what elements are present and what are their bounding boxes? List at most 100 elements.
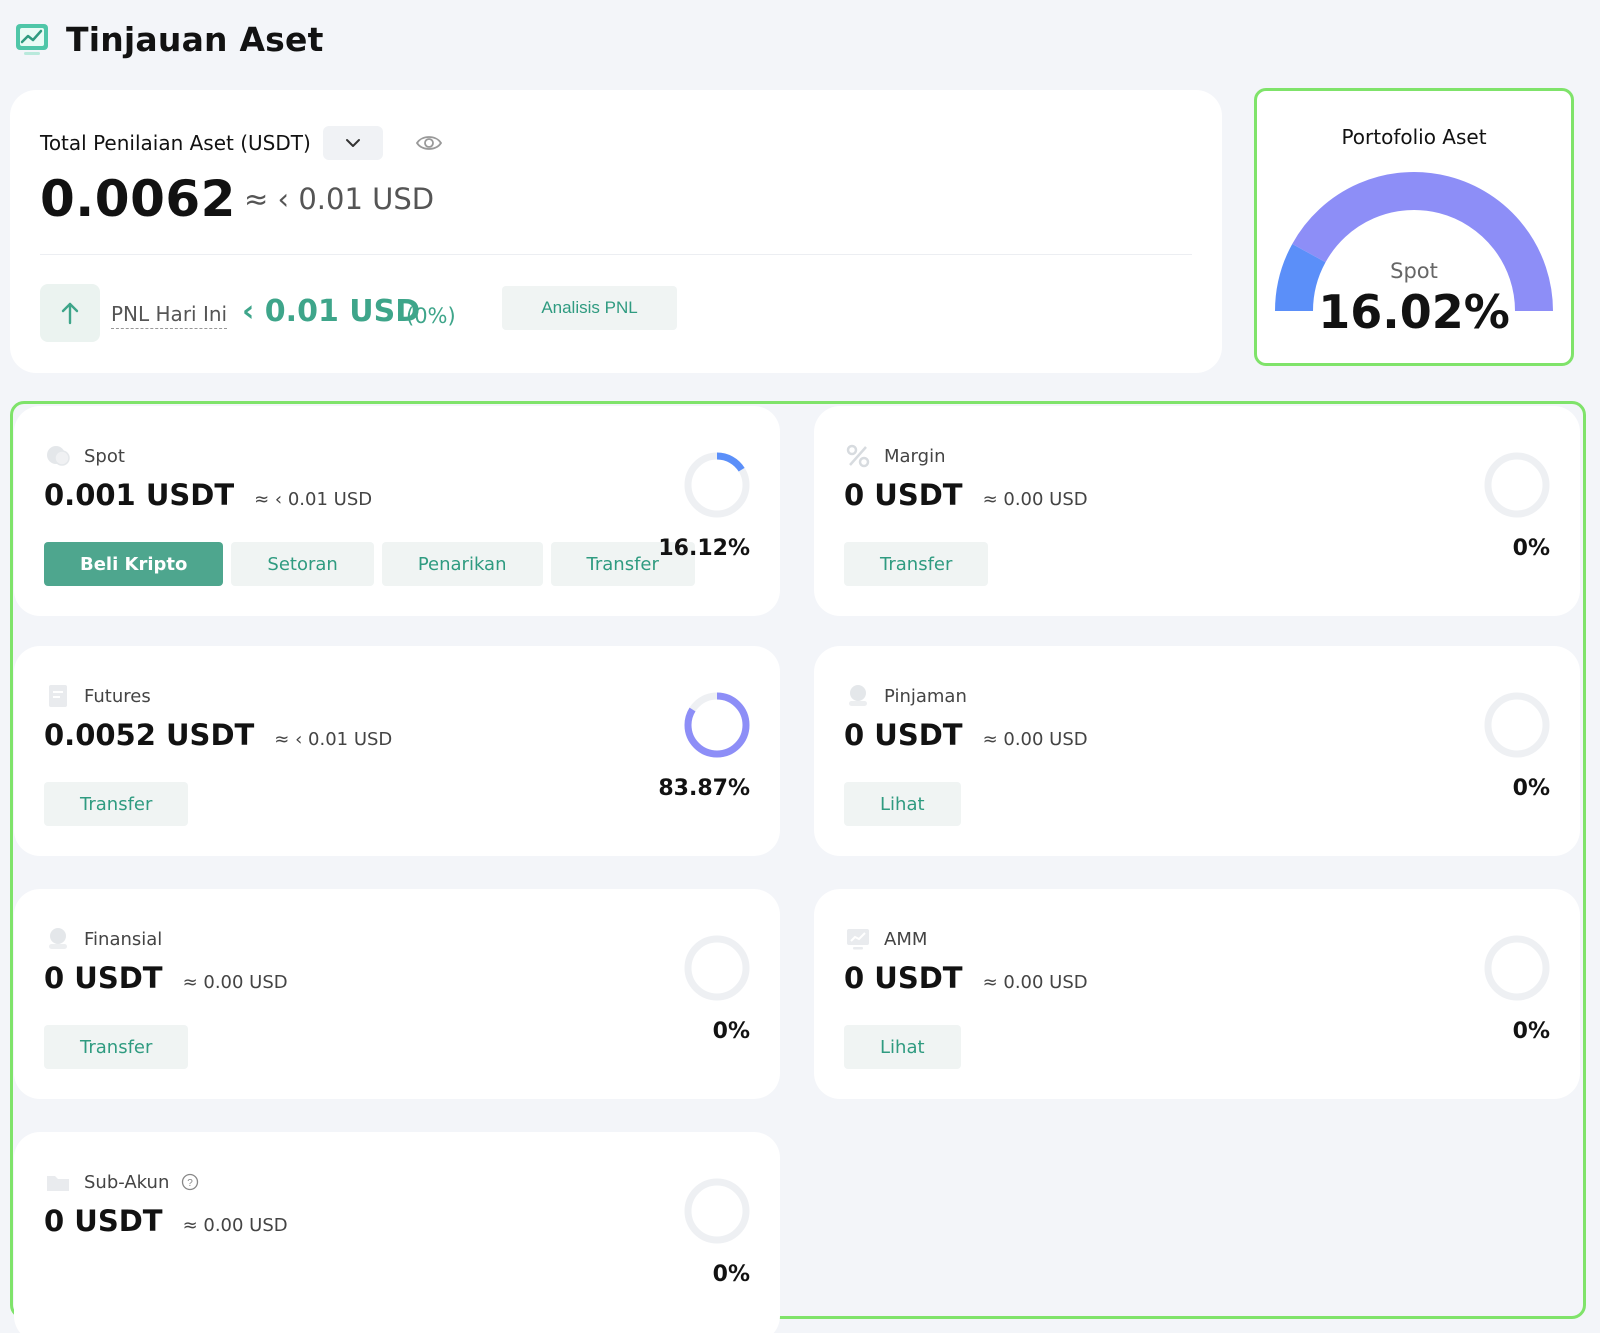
account-actions: Transfer [44, 782, 189, 826]
withdraw-button[interactable]: Penarikan [381, 542, 543, 586]
account-name: AMM [884, 928, 928, 950]
coin-stack-icon [849, 685, 867, 706]
account-share-donut [684, 935, 750, 1001]
eye-icon[interactable] [415, 133, 443, 153]
account-card-sub-account: Sub-Akun ? 0 USDT ≈ 0.00 USD 0% [14, 1132, 780, 1333]
pnl-analysis-button[interactable]: Analisis PNL [502, 286, 677, 330]
account-name: Pinjaman [884, 685, 967, 707]
account-header: Margin [844, 442, 945, 470]
account-value-row: 0 USDT ≈ 0.00 USD [844, 961, 1088, 995]
donut-track [1484, 935, 1550, 1001]
account-value: 0.001 USDT [44, 478, 235, 512]
transfer-button[interactable]: Transfer [44, 782, 189, 826]
account-share-percent: 0% [1512, 776, 1550, 801]
account-usd: ≈ 0.00 USD [182, 1215, 288, 1236]
account-actions: Beli Kripto Setoran Penarikan Transfer [44, 542, 695, 586]
chart-monitor-icon [847, 929, 869, 950]
pnl-today-value: ‹ 0.01 USD [242, 294, 421, 329]
buy-crypto-button[interactable]: Beli Kripto [44, 542, 224, 586]
total-usd-approx: ≈ ‹ 0.01 USD [244, 182, 435, 216]
transfer-button[interactable]: Transfer [844, 542, 989, 586]
pnl-today-label[interactable]: PNL Hari Ini [111, 302, 228, 329]
account-card-spot: Spot 0.001 USDT ≈ ‹ 0.01 USD Beli Kripto… [14, 406, 780, 616]
account-header: AMM [844, 925, 927, 953]
account-card-futures: Futures 0.0052 USDT ≈ ‹ 0.01 USD Transfe… [14, 646, 780, 856]
account-value: 0 USDT [844, 718, 963, 752]
account-header: Finansial [44, 925, 162, 953]
account-card-loans: Pinjaman 0 USDT ≈ 0.00 USD Lihat 0% [814, 646, 1580, 856]
account-name: Margin [884, 445, 946, 467]
account-actions: Lihat [844, 1025, 961, 1069]
document-icon [49, 685, 67, 707]
portfolio-title: Portofolio Aset [1341, 125, 1487, 149]
account-share-percent: 0% [1512, 536, 1550, 561]
transfer-button[interactable]: Transfer [44, 1025, 189, 1069]
account-usd: ≈ ‹ 0.01 USD [254, 489, 373, 510]
donut-track [684, 935, 750, 1001]
account-value: 0 USDT [44, 961, 163, 995]
account-usd: ≈ 0.00 USD [182, 972, 288, 993]
account-value-row: 0 USDT ≈ 0.00 USD [44, 961, 288, 995]
account-share-percent: 0% [712, 1019, 750, 1044]
page-title: Tinjauan Aset [66, 19, 324, 59]
view-button[interactable]: Lihat [844, 782, 961, 826]
account-name: Sub-Akun [84, 1171, 170, 1193]
total-valuation-value: 0.0062 [40, 170, 236, 228]
portfolio-card: Portofolio Aset Spot 16.02% [1254, 88, 1574, 366]
total-valuation-card: Total Penilaian Aset (USDT) 0.0062 ≈ ‹ 0… [10, 90, 1222, 373]
svg-text:?: ? [188, 1178, 194, 1189]
account-value: 0 USDT [44, 1204, 163, 1238]
donut-track [1484, 452, 1550, 518]
total-valuation-label: Total Penilaian Aset (USDT) [40, 131, 311, 155]
account-actions: Lihat [844, 782, 961, 826]
account-usd: ≈ 0.00 USD [982, 972, 1088, 993]
donut-track [1484, 692, 1550, 758]
coin-icon [47, 446, 70, 466]
percent-icon [846, 444, 870, 468]
currency-dropdown[interactable] [322, 126, 383, 160]
account-usd: ≈ 0.00 USD [982, 489, 1088, 510]
account-card-margin: Margin 0 USDT ≈ 0.00 USD Transfer 0% [814, 406, 1580, 616]
account-value: 0 USDT [844, 961, 963, 995]
account-share-donut [684, 692, 750, 758]
chart-monitor-icon [16, 24, 48, 55]
account-share-percent: 0% [712, 1262, 750, 1287]
question-circle-icon[interactable]: ? [181, 1173, 199, 1191]
account-usd: ≈ 0.00 USD [982, 729, 1088, 750]
account-value-row: 0 USDT ≈ 0.00 USD [844, 718, 1088, 752]
gauge-segment-label: Spot [1390, 259, 1438, 283]
chevron-down-icon [345, 139, 360, 147]
donut-track [684, 1178, 750, 1244]
account-value: 0.0052 USDT [44, 718, 255, 752]
account-header: Spot [44, 442, 125, 470]
account-value-row: 0.0052 USDT ≈ ‹ 0.01 USD [44, 718, 392, 752]
account-share-donut [684, 452, 750, 518]
total-label-row: Total Penilaian Aset (USDT) [40, 126, 443, 160]
account-actions: Transfer [44, 1025, 189, 1069]
account-name: Spot [84, 445, 125, 467]
pnl-today-percent: (0%) [406, 304, 456, 328]
account-name: Futures [84, 685, 151, 707]
account-share-percent: 16.12% [658, 536, 750, 561]
account-card-finance: Finansial 0 USDT ≈ 0.00 USD Transfer 0% [14, 889, 780, 1099]
gauge-segment-value: 16.02% [1318, 285, 1510, 339]
deposit-button[interactable]: Setoran [231, 542, 374, 586]
account-header: Futures [44, 682, 151, 710]
account-share-donut [684, 1178, 750, 1244]
account-share-donut [1484, 935, 1550, 1001]
account-value: 0 USDT [844, 478, 963, 512]
account-share-percent: 83.87% [658, 776, 750, 801]
account-header: Pinjaman [844, 682, 967, 710]
account-value-row: 0 USDT ≈ 0.00 USD [844, 478, 1088, 512]
divider [40, 254, 1192, 255]
view-button[interactable]: Lihat [844, 1025, 961, 1069]
account-name: Finansial [84, 928, 163, 950]
account-usd: ≈ ‹ 0.01 USD [274, 729, 393, 750]
account-card-amm: AMM 0 USDT ≈ 0.00 USD Lihat 0% [814, 889, 1580, 1099]
account-share-donut [1484, 692, 1550, 758]
account-share-percent: 0% [1512, 1019, 1550, 1044]
folder-icon [47, 1176, 69, 1191]
account-share-donut [1484, 452, 1550, 518]
account-value-row: 0.001 USDT ≈ ‹ 0.01 USD [44, 478, 372, 512]
pnl-trend-badge [40, 284, 100, 342]
